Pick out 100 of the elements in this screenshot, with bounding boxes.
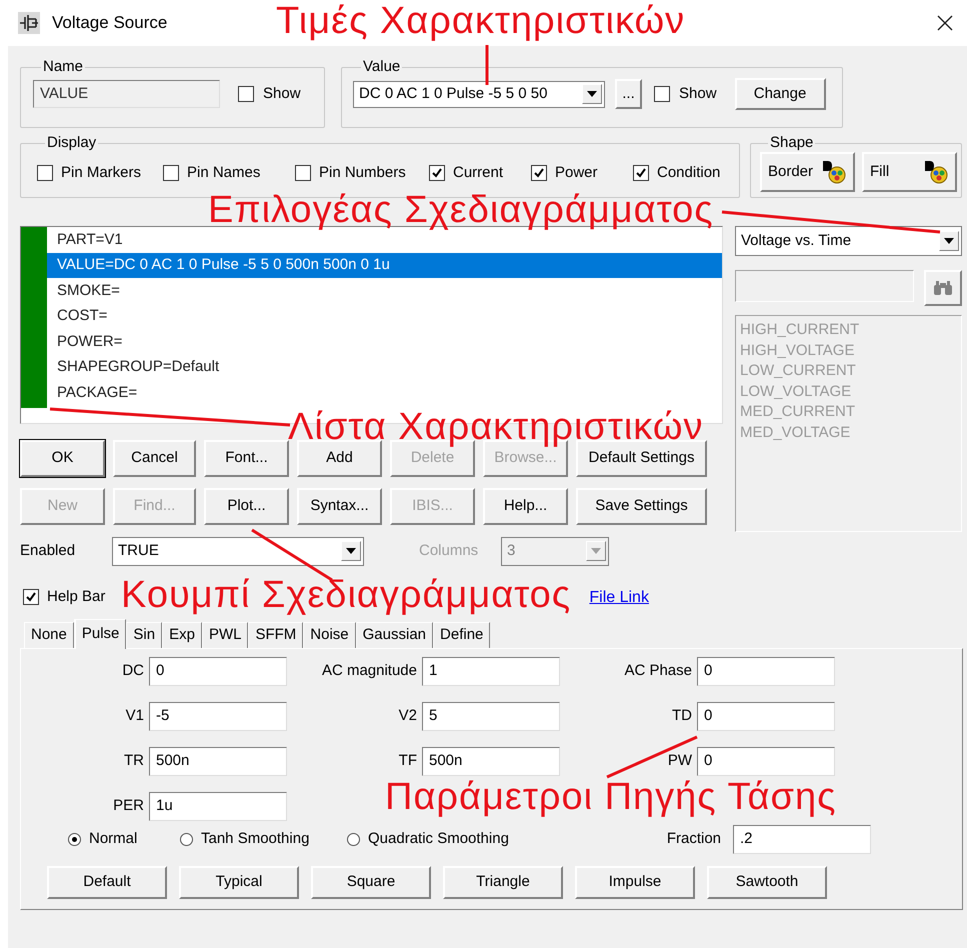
group-label: Value [362,58,402,76]
file-link[interactable]: File Link [589,586,649,610]
button[interactable]: Fill [862,152,957,192]
input-field[interactable]: 0 [697,702,835,731]
input-field[interactable]: 0 [149,657,287,686]
tab[interactable]: Pulse [74,619,126,649]
attribute-row[interactable]: PART=V1 [47,227,127,252]
value-dropdown[interactable]: DC 0 AC 1 0 Pulse -5 5 0 50 [353,80,605,108]
field-label: AC Phase [624,661,693,682]
field-label: PER [113,796,145,816]
checkbox[interactable] [429,165,445,182]
tab[interactable]: Sin [126,622,162,648]
attribute-row[interactable]: COST= [47,304,112,329]
input-field[interactable]: 500n [422,747,560,776]
dropdown-value: 3 [507,540,516,561]
input-field[interactable]: 500n [149,747,287,776]
attribute-row[interactable]: SHAPEGROUP=Default [47,354,224,380]
checkbox-label[interactable]: Current [453,162,504,184]
group-label: Display [46,134,98,152]
palette-icon [821,159,847,185]
checkbox-label[interactable]: Condition [657,162,720,184]
attribute-row[interactable]: PACKAGE= [47,380,142,406]
button[interactable]: Help... [483,488,568,525]
input-field[interactable]: 0 [697,747,835,776]
button[interactable]: Plot... [204,488,289,525]
field-label: Fraction [666,828,722,849]
input-field[interactable]: 1 [422,657,560,686]
field-label: DC [122,661,145,682]
dropdown-value: Voltage vs. Time [741,230,852,251]
field-label: TD [672,706,693,726]
button[interactable]: Font... [204,440,289,477]
tab[interactable]: Gaussian [356,622,434,648]
button[interactable]: Sawtooth [707,866,827,899]
attribute-row[interactable]: VALUE=DC 0 AC 1 0 Pulse -5 5 0 500n 500n 0 1u [47,252,722,278]
app-icon [18,12,40,34]
checkbox-label[interactable]: Power [555,162,598,184]
name-field[interactable]: VALUE [33,80,220,108]
field-label: AC magnitude [322,661,418,682]
button[interactable]: Add [297,440,382,477]
input-field[interactable]: 1u [149,792,287,821]
attribute-row[interactable]: SMOKE= [47,278,124,304]
button[interactable]: Triangle [443,866,563,899]
tab[interactable]: SFFM [248,622,304,648]
tab[interactable]: None [24,622,74,648]
checkbox-label[interactable]: Show [263,82,301,106]
radio-button[interactable] [68,832,81,846]
tab[interactable]: Noise [303,622,356,648]
checkbox[interactable] [295,165,311,182]
button[interactable]: Square [311,866,431,899]
checkbox[interactable] [163,165,179,182]
button[interactable]: Cancel [113,440,196,477]
attribute-row[interactable]: POWER= [47,329,126,354]
input-field[interactable]: -5 [149,702,287,731]
enabled-dropdown[interactable]: TRUE [112,536,364,566]
button[interactable]: Syntax... [297,488,382,525]
input-field[interactable]: .2 [733,824,871,854]
checkbox-label[interactable]: Pin Numbers [319,162,406,184]
tab[interactable]: Exp [162,622,202,648]
checkbox[interactable] [23,588,39,605]
field-label: V1 [126,706,145,726]
radio-label[interactable]: Normal [89,828,138,850]
search-field[interactable] [735,270,914,302]
close-icon[interactable] [937,15,953,31]
binoculars-icon [933,280,953,296]
button[interactable]: Default [47,866,167,899]
checkbox-label[interactable]: Pin Markers [61,162,142,184]
button[interactable]: Typical [179,866,299,899]
radio-button[interactable] [180,832,193,846]
checkbox-label[interactable]: Help Bar [47,586,106,608]
input-field[interactable]: 5 [422,702,560,731]
field-label: Enabled [20,540,76,561]
checkbox[interactable] [531,165,547,182]
button[interactable]: ... [615,79,642,109]
search-button[interactable] [924,270,962,306]
group-label: Name [42,58,84,76]
button[interactable]: Default Settings [576,440,707,477]
button[interactable]: Change [734,78,826,110]
leader-line [486,45,488,85]
field-label: TR [124,751,145,772]
group-label: Shape [769,134,814,152]
dropdown-value: DC 0 AC 1 0 Pulse -5 5 0 50 [359,84,548,104]
field-label: PW [668,751,693,772]
checkbox[interactable] [654,86,670,102]
radio-label[interactable]: Quadratic Smoothing [368,828,509,850]
checkbox-label[interactable]: Show [679,82,717,106]
button[interactable]: Border [760,152,855,192]
checkbox[interactable] [633,165,649,182]
checkbox[interactable] [238,86,254,102]
input-field[interactable]: 0 [697,657,835,686]
button[interactable]: Save Settings [576,488,707,525]
button[interactable]: Impulse [575,866,695,899]
checkbox-label[interactable]: Pin Names [187,162,260,184]
tab[interactable]: Define [433,622,490,648]
radio-button[interactable] [347,832,360,846]
field-label: Columns [419,540,480,561]
tab[interactable]: PWL [202,622,248,648]
radio-label[interactable]: Tanh Smoothing [201,828,310,850]
button[interactable]: OK [20,440,105,477]
checkbox[interactable] [37,165,53,182]
plot-dropdown[interactable]: Voltage vs. Time [735,226,962,256]
